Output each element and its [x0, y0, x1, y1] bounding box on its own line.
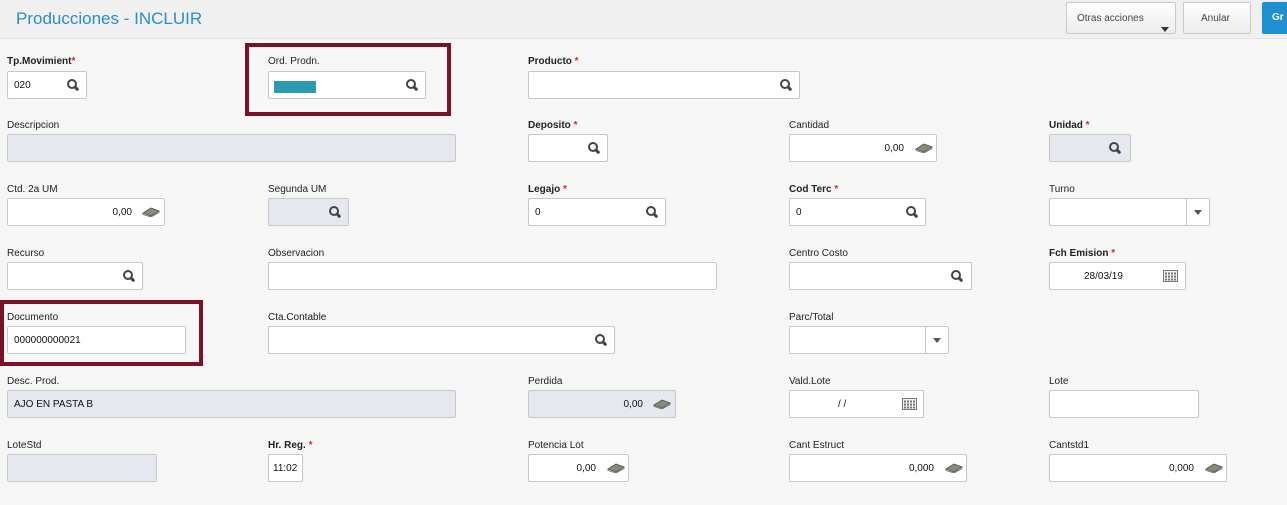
desc-prod-label: Desc. Prod.	[7, 376, 60, 387]
legajo-value: 0	[535, 207, 541, 218]
unidad-field[interactable]	[1049, 134, 1131, 162]
hr-reg-field[interactable]: 11:02	[268, 454, 303, 482]
money-icon[interactable]	[945, 463, 963, 476]
cta-contable-label: Cta.Contable	[268, 312, 327, 323]
recurso-field[interactable]	[7, 262, 143, 290]
documento-highlight	[0, 300, 203, 366]
observacion-label: Observacion	[268, 248, 325, 259]
cantidad-value: 0,00	[884, 143, 904, 154]
vald-lote-field[interactable]: / /	[789, 390, 924, 418]
ord-prodn-highlight	[245, 43, 451, 116]
deposito-field[interactable]	[528, 134, 608, 162]
perdida-label: Perdida	[528, 376, 563, 387]
observacion-field[interactable]	[268, 262, 717, 290]
money-icon[interactable]	[1205, 463, 1223, 476]
tp-movimiento-field[interactable]: 020	[7, 71, 87, 99]
fch-emision-value: 28/03/19	[1084, 271, 1123, 282]
money-icon[interactable]	[142, 207, 160, 220]
legajo-label: Legajo *	[528, 184, 567, 195]
perdida-value: 0,00	[623, 399, 643, 410]
lote-std-label: LoteStd	[7, 440, 42, 451]
fch-emision-field[interactable]: 28/03/19	[1049, 262, 1186, 290]
cancel-button[interactable]: Anular	[1183, 2, 1251, 34]
perdida-field[interactable]: 0,00	[528, 390, 676, 418]
money-icon[interactable]	[653, 399, 671, 412]
potencia-lot-label: Potencia Lot	[528, 440, 584, 451]
hr-reg-value: 11:02	[273, 463, 298, 474]
unidad-label: Unidad *	[1049, 120, 1090, 131]
recurso-label: Recurso	[7, 248, 45, 259]
cta-contable-field[interactable]	[268, 326, 615, 354]
other-actions-label: Otras acciones	[1077, 13, 1144, 24]
ctd-2a-um-label: Ctd. 2a UM	[7, 184, 58, 195]
producto-label: Producto *	[528, 56, 579, 67]
save-button[interactable]: Gr	[1262, 2, 1287, 34]
segunda-um-label: Segunda UM	[268, 184, 327, 195]
chevron-down-icon	[1161, 27, 1169, 32]
potencia-lot-field[interactable]: 0,00	[528, 454, 629, 482]
calendar-icon[interactable]	[1163, 270, 1178, 285]
potencia-lot-value: 0,00	[576, 463, 596, 474]
cod-terc-label: Cod Terc *	[789, 184, 839, 195]
ctd-2a-um-value: 0,00	[112, 207, 132, 218]
top-bar: Producciones - INCLUIR Otras acciones An…	[0, 0, 1287, 39]
tp-movimiento-value: 020	[14, 80, 31, 91]
deposito-label: Deposito *	[528, 120, 578, 131]
save-label: Gr	[1272, 12, 1284, 23]
chevron-down-icon	[1194, 210, 1202, 215]
fch-emision-label: Fch Emision *	[1049, 248, 1116, 259]
cant-estruct-label: Cant Estruct	[789, 440, 845, 451]
parc-total-label: Parc/Total	[789, 312, 834, 323]
chevron-down-icon	[933, 338, 941, 343]
cantstd1-field[interactable]: 0,000	[1049, 454, 1227, 482]
cant-estruct-value: 0,000	[908, 463, 934, 474]
cancel-label: Anular	[1201, 13, 1230, 24]
hr-reg-label: Hr. Reg. *	[268, 440, 313, 451]
turno-select[interactable]	[1049, 198, 1210, 226]
turno-label: Turno	[1049, 184, 1075, 195]
money-icon[interactable]	[607, 463, 625, 476]
cod-terc-field[interactable]: 0	[789, 198, 926, 226]
legajo-field[interactable]: 0	[528, 198, 666, 226]
page-title: Producciones - INCLUIR	[16, 9, 203, 28]
cantidad-label: Cantidad	[789, 120, 830, 131]
parc-total-select[interactable]	[789, 326, 949, 354]
cantstd1-label: Cantstd1	[1049, 440, 1090, 451]
tp-movimiento-label: Tp.Movimient*	[7, 56, 76, 67]
lote-std-field[interactable]	[7, 454, 157, 482]
cantstd1-value: 0,000	[1168, 463, 1194, 474]
vald-lote-value: / /	[838, 399, 847, 410]
lote-field[interactable]	[1049, 390, 1199, 418]
vald-lote-label: Vald.Lote	[789, 376, 831, 387]
ctd-2a-um-field[interactable]: 0,00	[7, 198, 165, 226]
desc-prod-field[interactable]: AJO EN PASTA B	[7, 390, 456, 418]
desc-prod-value: AJO EN PASTA B	[14, 399, 94, 410]
centro-costo-field[interactable]	[789, 262, 972, 290]
centro-costo-label: Centro Costo	[789, 248, 848, 259]
money-icon[interactable]	[915, 143, 933, 156]
cantidad-field[interactable]: 0,00	[789, 134, 937, 162]
cant-estruct-field[interactable]: 0,000	[789, 454, 967, 482]
parc-total-dropdown-button[interactable]	[925, 327, 948, 353]
cod-terc-value: 0	[796, 207, 802, 218]
descripcion-label: Descripcion	[7, 120, 60, 131]
calendar-icon[interactable]	[902, 398, 917, 413]
other-actions-button[interactable]: Otras acciones	[1066, 2, 1176, 34]
turno-dropdown-button[interactable]	[1186, 199, 1209, 225]
descripcion-field[interactable]	[7, 134, 456, 162]
lote-label: Lote	[1049, 376, 1069, 387]
producto-field[interactable]	[528, 71, 800, 99]
segunda-um-field[interactable]	[268, 198, 349, 226]
